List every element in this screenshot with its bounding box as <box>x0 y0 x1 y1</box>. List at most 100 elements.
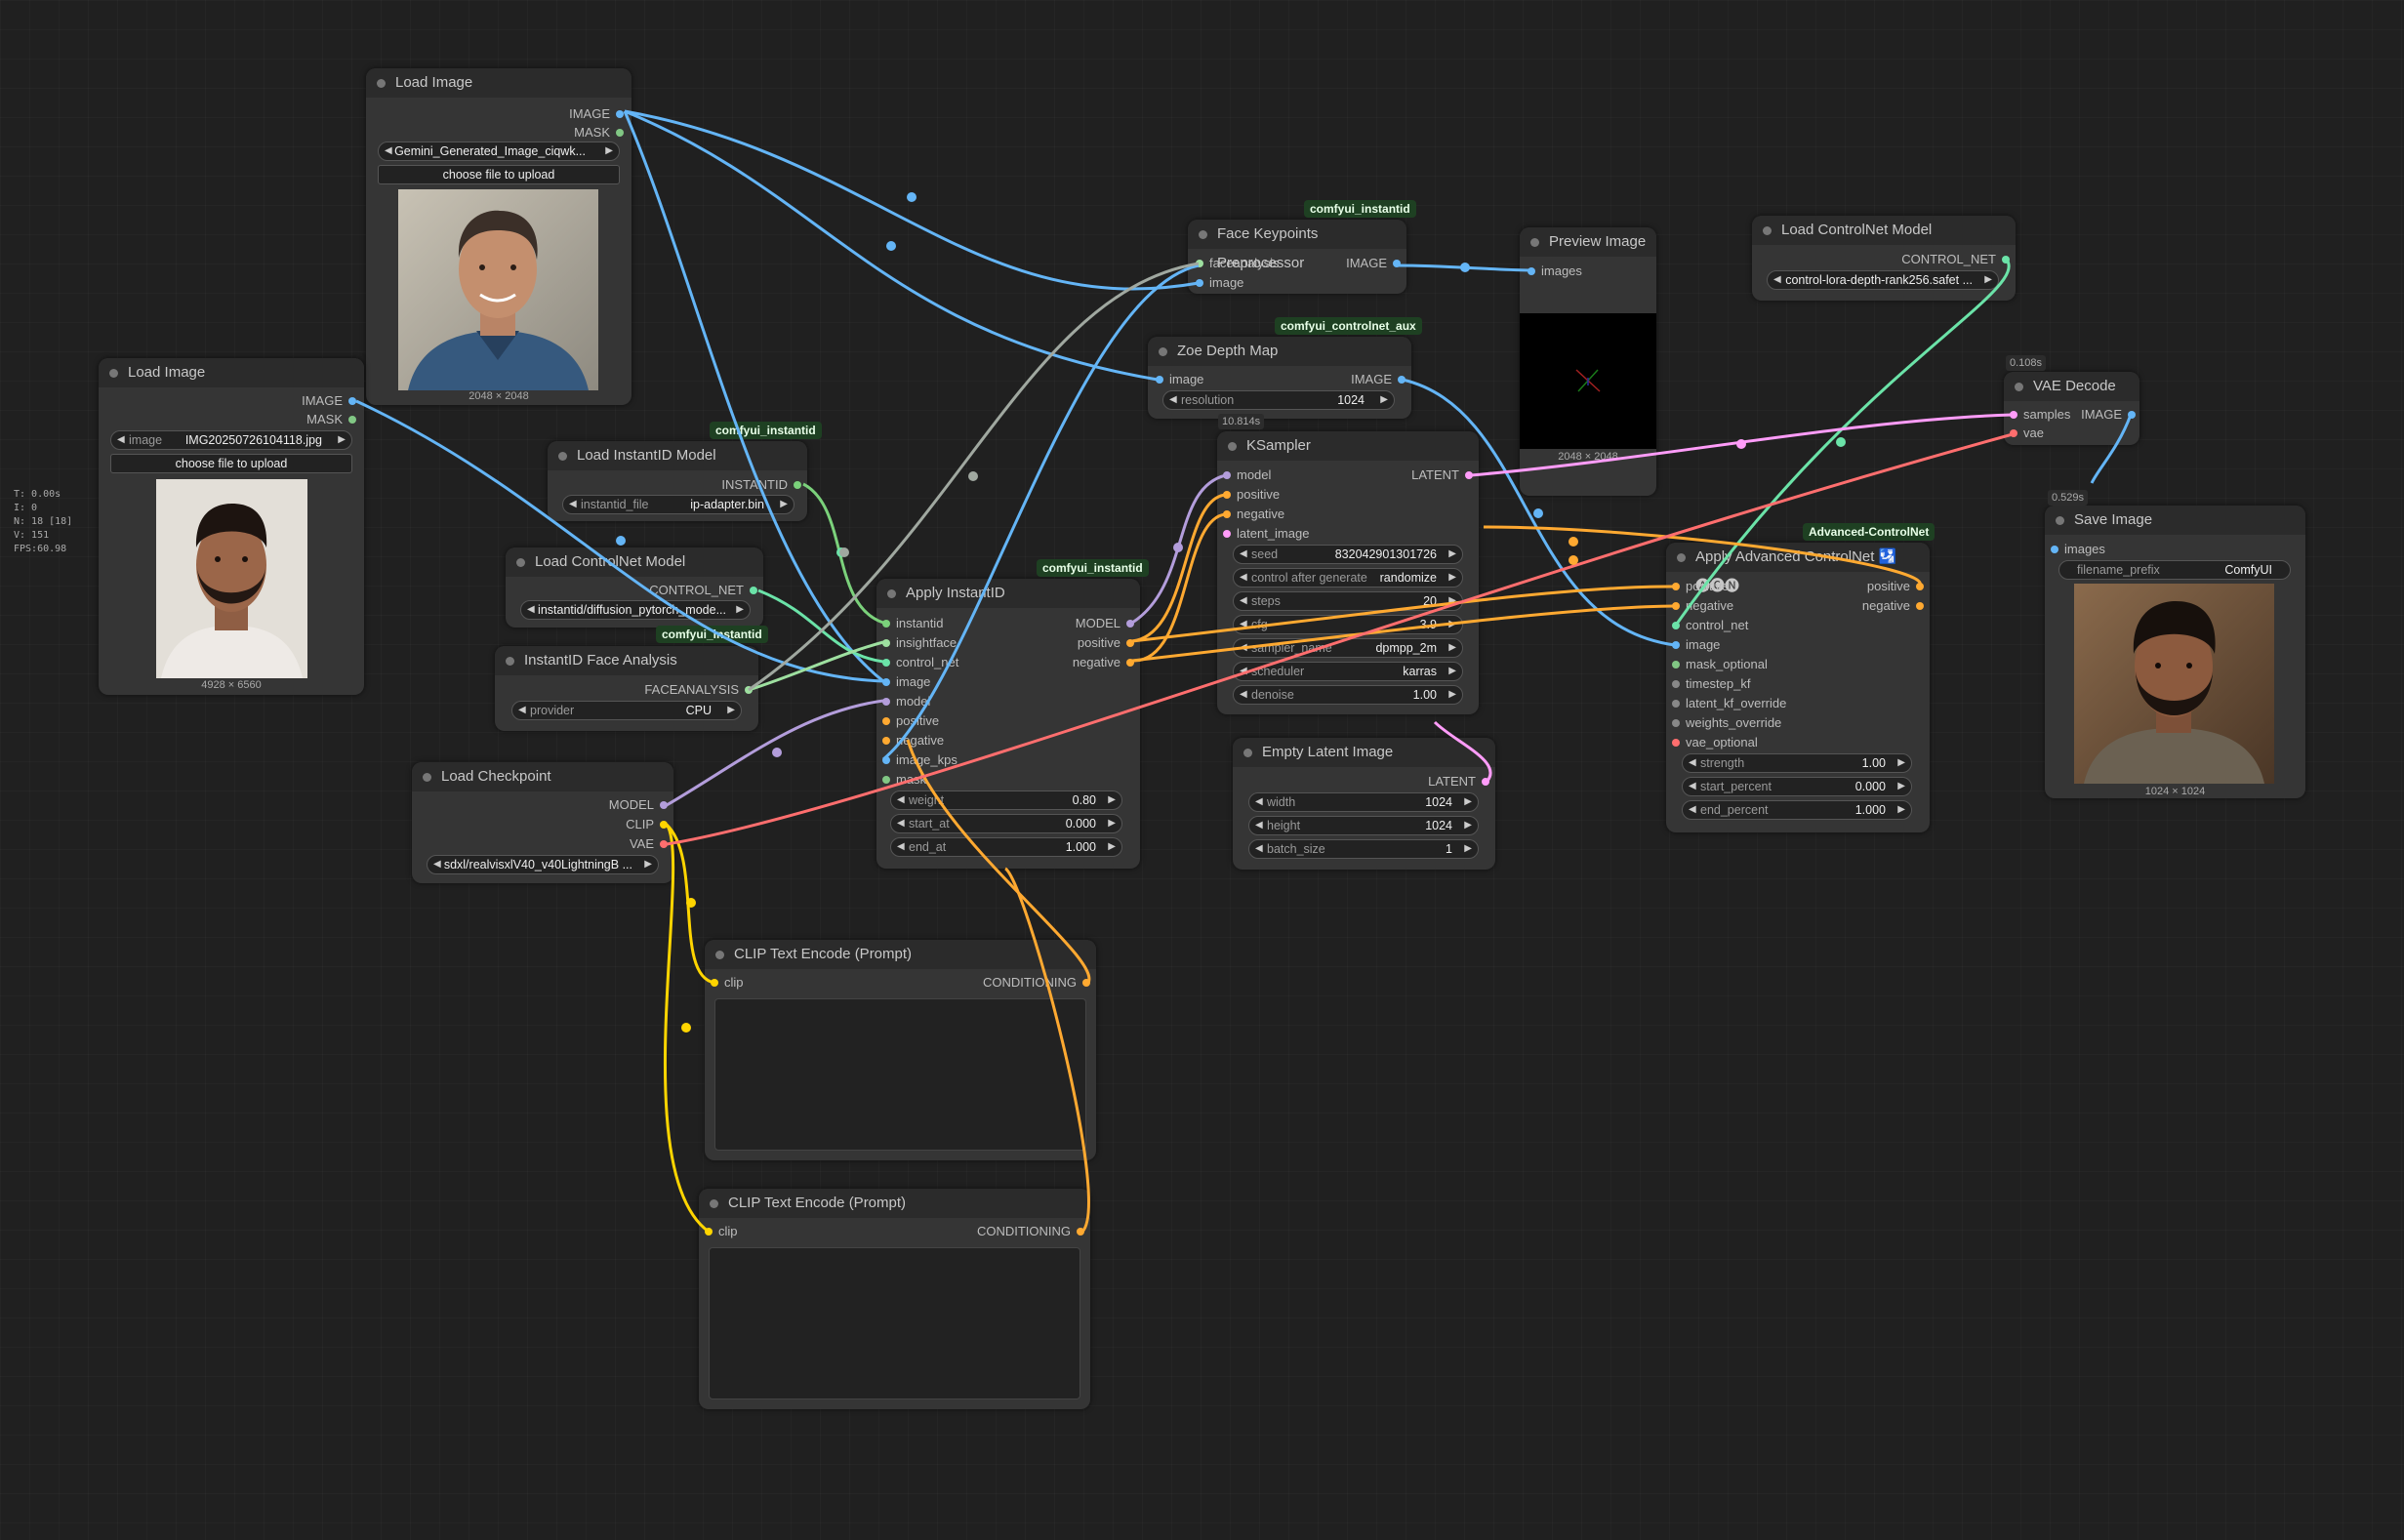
input-image[interactable]: image <box>1196 274 1243 292</box>
input-image-kps[interactable]: image_kps <box>882 751 958 769</box>
instantid-file-combo[interactable]: ◀ instantid_file ip-adapter.bin ▶ <box>562 495 795 514</box>
arrow-left-icon[interactable]: ◀ <box>518 702 526 719</box>
slot-dot[interactable] <box>660 801 668 809</box>
input-images[interactable]: images <box>2051 541 2105 558</box>
node-title[interactable]: Empty Latent Image <box>1233 738 1495 767</box>
arrow-right-icon[interactable]: ▶ <box>1108 815 1116 832</box>
slot-dot[interactable] <box>794 481 801 489</box>
start-at-slider[interactable]: ◀ start_at 0.000 ▶ <box>890 814 1122 833</box>
slot-dot[interactable] <box>1393 260 1401 267</box>
output-negative[interactable]: negative <box>1073 654 1134 671</box>
collapse-dot[interactable] <box>516 558 525 567</box>
slot-dot[interactable] <box>1672 641 1680 649</box>
arrow-right-icon[interactable]: ▶ <box>338 431 346 449</box>
input-negative[interactable]: negative <box>1672 597 1733 615</box>
arrow-right-icon[interactable]: ▶ <box>780 496 788 513</box>
arrow-right-icon[interactable]: ▶ <box>1448 686 1456 704</box>
arrow-left-icon[interactable]: ◀ <box>1240 616 1247 633</box>
arrow-left-icon[interactable]: ◀ <box>1240 592 1247 610</box>
load-image-node-2[interactable]: Load Image IMAGE MASK ◀ image IMG202507261… <box>99 358 364 695</box>
arrow-right-icon[interactable]: ▶ <box>1984 271 1992 289</box>
arrow-right-icon[interactable]: ▶ <box>1448 639 1456 657</box>
slot-dot[interactable] <box>1082 979 1090 987</box>
input-positive[interactable]: positive <box>1223 486 1280 504</box>
arrow-left-icon[interactable]: ◀ <box>569 496 577 513</box>
collapse-dot[interactable] <box>2056 516 2064 525</box>
face-keypoints-node[interactable]: Face Keypoints Preprocessor faceanalysis… <box>1188 220 1406 294</box>
input-insightface[interactable]: insightface <box>882 634 957 652</box>
slot-dot[interactable] <box>1156 376 1163 384</box>
collapse-dot[interactable] <box>109 369 118 378</box>
node-title[interactable]: CLIP Text Encode (Prompt) <box>705 940 1096 969</box>
arrow-right-icon[interactable]: ▶ <box>727 702 735 719</box>
end-percent-slider[interactable]: ◀ end_percent 1.000 ▶ <box>1682 800 1912 820</box>
collapse-dot[interactable] <box>715 951 724 959</box>
node-title[interactable]: Apply InstantID <box>876 579 1140 608</box>
arrow-left-icon[interactable]: ◀ <box>897 838 905 856</box>
output-conditioning[interactable]: CONDITIONING <box>977 1223 1084 1240</box>
slot-dot[interactable] <box>1465 471 1473 479</box>
clip-text-encode-node-1[interactable]: CLIP Text Encode (Prompt) clip CONDITION… <box>705 940 1096 1160</box>
slot-dot[interactable] <box>1916 583 1924 590</box>
collapse-dot[interactable] <box>1530 238 1539 247</box>
input-latent-image[interactable]: latent_image <box>1223 525 1309 543</box>
output-negative[interactable]: negative <box>1862 597 1924 615</box>
slot-dot[interactable] <box>1672 719 1680 727</box>
slot-dot[interactable] <box>2010 429 2017 437</box>
weight-slider[interactable]: ◀ weight 0.80 ▶ <box>890 790 1122 810</box>
slot-dot[interactable] <box>660 840 668 848</box>
input-latent-kf-override[interactable]: latent_kf_override <box>1672 695 1786 712</box>
arrow-right-icon[interactable]: ▶ <box>1448 663 1456 680</box>
arrow-right-icon[interactable]: ▶ <box>1464 817 1472 834</box>
clip-text-encode-node-2[interactable]: CLIP Text Encode (Prompt) clip CONDITION… <box>699 1189 1090 1409</box>
slot-dot[interactable] <box>1916 602 1924 610</box>
face-analysis-node[interactable]: InstantID Face Analysis FACEANALYSIS ◀ pr… <box>495 646 758 731</box>
slot-dot[interactable] <box>1223 491 1231 499</box>
slot-dot[interactable] <box>1196 260 1203 267</box>
slot-dot[interactable] <box>882 639 890 647</box>
collapse-dot[interactable] <box>1159 347 1167 356</box>
output-mask[interactable]: MASK <box>306 411 356 428</box>
slot-dot[interactable] <box>348 416 356 424</box>
batch-size-field[interactable]: ◀ batch_size 1 ▶ <box>1248 839 1479 859</box>
preview-image-node[interactable]: Preview Image images 2048 × 2048 <box>1520 227 1656 496</box>
output-control-net[interactable]: CONTROL_NET <box>649 582 757 599</box>
cfg-field[interactable]: ◀ cfg 3.9 ▶ <box>1233 615 1463 634</box>
arrow-left-icon[interactable]: ◀ <box>1255 793 1263 811</box>
slot-dot[interactable] <box>1672 622 1680 629</box>
slot-dot[interactable] <box>1398 376 1406 384</box>
input-instantid[interactable]: instantid <box>882 615 943 632</box>
load-instantid-node[interactable]: Load InstantID Model INSTANTID ◀ instanti… <box>548 441 807 521</box>
slot-dot[interactable] <box>1223 530 1231 538</box>
slot-dot[interactable] <box>882 620 890 628</box>
slot-dot[interactable] <box>705 1228 713 1236</box>
arrow-right-icon[interactable]: ▶ <box>1897 778 1905 795</box>
arrow-left-icon[interactable]: ◀ <box>1689 778 1696 795</box>
slot-dot[interactable] <box>616 129 624 137</box>
arrow-right-icon[interactable]: ▶ <box>644 856 652 873</box>
output-instantid[interactable]: INSTANTID <box>721 476 801 494</box>
node-title[interactable]: Save Image <box>2045 506 2305 535</box>
node-title[interactable]: Load Checkpoint <box>412 762 673 791</box>
choose-file-button[interactable]: choose file to upload <box>378 165 620 184</box>
node-title[interactable]: Apply Advanced ControlNet 🛂🅐🅒🅝 <box>1666 543 1930 594</box>
output-latent[interactable]: LATENT <box>1428 773 1489 790</box>
arrow-left-icon[interactable]: ◀ <box>385 142 392 160</box>
slot-dot[interactable] <box>1528 267 1535 275</box>
arrow-left-icon[interactable]: ◀ <box>1255 817 1263 834</box>
arrow-left-icon[interactable]: ◀ <box>1689 801 1696 819</box>
ksampler-node[interactable]: KSampler model positive negative latent_… <box>1217 431 1479 714</box>
arrow-left-icon[interactable]: ◀ <box>1255 840 1263 858</box>
node-title[interactable]: Face Keypoints Preprocessor <box>1188 220 1406 271</box>
node-title[interactable]: Load Image <box>99 358 364 387</box>
output-mask[interactable]: MASK <box>574 124 624 142</box>
output-image[interactable]: IMAGE <box>302 392 356 410</box>
vae-decode-node[interactable]: VAE Decode samples vae IMAGE <box>2004 372 2139 445</box>
arrow-right-icon[interactable]: ▶ <box>1897 754 1905 772</box>
width-field[interactable]: ◀ width 1024 ▶ <box>1248 792 1479 812</box>
arrow-left-icon[interactable]: ◀ <box>1773 271 1781 289</box>
arrow-right-icon[interactable]: ▶ <box>605 142 613 160</box>
prompt-textarea[interactable] <box>714 998 1086 1151</box>
slot-dot[interactable] <box>882 756 890 764</box>
output-positive[interactable]: positive <box>1078 634 1134 652</box>
